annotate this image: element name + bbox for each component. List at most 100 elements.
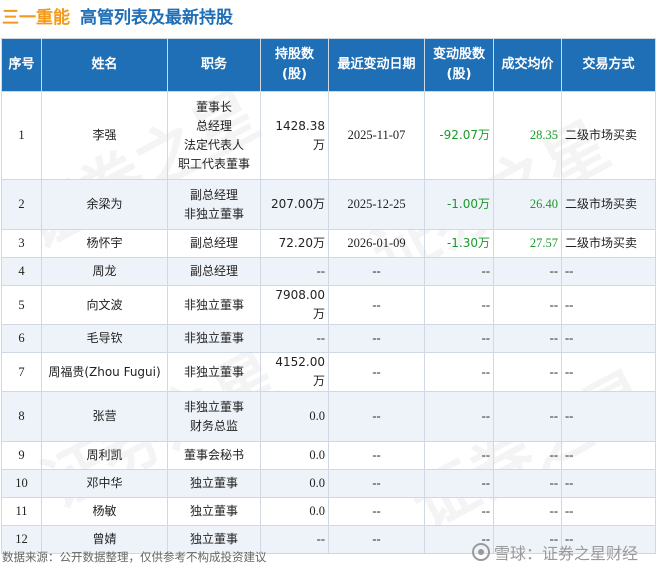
cell-shares: 0.0 <box>260 469 329 498</box>
cell-trade-method: 二级市场买卖 <box>561 229 656 258</box>
cell-trade-method: -- <box>561 441 656 470</box>
column-header: 持股数 (股) <box>260 38 329 92</box>
cell-positions: 副总经理 非独立董事 <box>167 179 261 230</box>
snowball-logo-icon <box>471 543 490 561</box>
cell-shares: -- <box>260 324 329 353</box>
cell-name: 周利凯 <box>41 441 168 470</box>
cell-index: 6 <box>1 324 42 353</box>
position-line: 非独立董事 <box>183 331 244 345</box>
position-line: 非独立董事 <box>183 206 244 221</box>
position-line: 非独立董事 <box>183 364 244 379</box>
cell-shares: 0.0 <box>260 497 329 526</box>
column-header: 最近变动日期 <box>328 38 425 92</box>
cell-positions: 非独立董事 <box>167 352 261 392</box>
cell-shares: 0.0 <box>260 441 329 470</box>
cell-name: 向文波 <box>41 285 168 325</box>
cell-change-shares: -1.30万 <box>424 229 494 258</box>
cell-index: 2 <box>1 179 42 230</box>
column-header: 交易方式 <box>561 38 656 92</box>
cell-change-date: -- <box>328 441 425 470</box>
table-row: 2 余梁为 副总经理 非独立董事 207.00万 2025-12-25 -1.00万 26.4… <box>1 179 656 230</box>
cell-index: 11 <box>1 497 42 526</box>
cell-change-date: 2025-11-07 <box>328 91 425 180</box>
cell-avg-price: -- <box>493 469 562 498</box>
cell-change-date: -- <box>328 352 425 392</box>
cell-positions: 非独立董事 财务总监 <box>167 391 261 442</box>
cell-name: 张营 <box>41 391 168 442</box>
position-line: 独立董事 <box>189 504 238 518</box>
data-source-note: 数据来源：公开数据整理，仅供参考不构成投资建议 <box>2 550 267 564</box>
cell-change-date: -- <box>328 497 425 526</box>
cell-change-date: -- <box>328 257 425 286</box>
cell-trade-method: -- <box>561 352 656 392</box>
column-header: 职务 <box>167 38 261 92</box>
table-row: 10 邓中华 独立董事 0.0 -- -- -- -- <box>1 469 656 498</box>
cell-trade-method: 二级市场买卖 <box>561 179 656 230</box>
cell-change-date: -- <box>328 285 425 325</box>
cell-change-shares: -- <box>424 441 494 470</box>
position-line: 董事会秘书 <box>183 448 244 462</box>
company-name: 三一重能 <box>2 7 70 28</box>
table-row: 6 毛导钦 非独立董事 -- -- -- -- -- <box>1 324 656 353</box>
table-body: 1 李强 董事长 总经理 法定代表人 职工代表董事 1428.38万 2025-11-07 -9… <box>1 91 656 554</box>
cell-name: 杨怀宇 <box>41 229 168 258</box>
table-header-row: 序号 姓名 职务 持股数 (股) 最近变动日期 变动股数 (股) 成交均价 交易方式 <box>1 38 656 92</box>
column-header: 序号 <box>1 38 42 92</box>
cell-avg-price: -- <box>493 391 562 442</box>
cell-trade-method: -- <box>561 497 656 526</box>
cell-positions: 副总经理 <box>167 257 261 286</box>
cell-index: 5 <box>1 285 42 325</box>
cell-shares: -- <box>260 257 329 286</box>
cell-change-date: 2025-12-25 <box>328 179 425 230</box>
page-title: 高管列表及最新持股 <box>80 7 233 28</box>
position-line: 副总经理 <box>189 264 238 278</box>
cell-name: 周福贵(Zhou Fugui) <box>41 352 168 392</box>
position-line: 总经理 <box>195 118 232 133</box>
cell-trade-method: -- <box>561 391 656 442</box>
column-header: 姓名 <box>41 38 168 92</box>
cell-change-shares: -1.00万 <box>424 179 494 230</box>
cell-index: 7 <box>1 352 42 392</box>
cell-avg-price: -- <box>493 285 562 325</box>
cell-positions: 独立董事 <box>167 469 261 498</box>
cell-shares: 7908.00万 <box>260 285 329 325</box>
position-line: 独立董事 <box>189 532 238 546</box>
position-line: 职工代表董事 <box>177 156 250 171</box>
table-row: 7 周福贵(Zhou Fugui) 非独立董事 4152.00万 -- -- -- -- <box>1 352 656 392</box>
title-bar: 三一重能 高管列表及最新持股 <box>0 0 656 30</box>
cell-name: 周龙 <box>41 257 168 286</box>
cell-change-date: -- <box>328 391 425 442</box>
cell-positions: 董事会秘书 <box>167 441 261 470</box>
cell-index: 9 <box>1 441 42 470</box>
cell-avg-price: 28.35 <box>493 91 562 180</box>
cell-change-shares: -- <box>424 324 494 353</box>
cell-change-shares: -- <box>424 391 494 442</box>
cell-trade-method: 二级市场买卖 <box>561 91 656 180</box>
cell-avg-price: 26.40 <box>493 179 562 230</box>
position-line: 非独立董事 <box>183 399 244 414</box>
table-row: 8 张营 非独立董事 财务总监 0.0 -- -- -- -- <box>1 391 656 442</box>
cell-change-shares: -- <box>424 497 494 526</box>
cell-avg-price: -- <box>493 257 562 286</box>
cell-change-shares: -- <box>424 352 494 392</box>
table-row: 1 李强 董事长 总经理 法定代表人 职工代表董事 1428.38万 2025-11-07 -9… <box>1 91 656 180</box>
cell-name: 毛导钦 <box>41 324 168 353</box>
position-line: 董事长 <box>195 99 232 114</box>
cell-name: 杨敏 <box>41 497 168 526</box>
table-row: 3 杨怀宇 副总经理 72.20万 2026-01-09 -1.30万 27.57 二级市场买… <box>1 229 656 258</box>
cell-trade-method: -- <box>561 469 656 498</box>
brand-footer: 雪球：证券之星财经 <box>471 540 638 564</box>
cell-change-shares: -92.07万 <box>424 91 494 180</box>
cell-positions: 副总经理 <box>167 229 261 258</box>
cell-shares: -- <box>260 525 329 554</box>
cell-shares: 207.00万 <box>260 179 329 230</box>
cell-change-date: 2026-01-09 <box>328 229 425 258</box>
cell-change-date: -- <box>328 324 425 353</box>
cell-avg-price: -- <box>493 324 562 353</box>
cell-name: 李强 <box>41 91 168 180</box>
cell-avg-price: -- <box>493 497 562 526</box>
table-row: 11 杨敏 独立董事 0.0 -- -- -- -- <box>1 497 656 526</box>
cell-name: 余梁为 <box>41 179 168 230</box>
cell-change-shares: -- <box>424 469 494 498</box>
table-row: 9 周利凯 董事会秘书 0.0 -- -- -- -- <box>1 441 656 470</box>
